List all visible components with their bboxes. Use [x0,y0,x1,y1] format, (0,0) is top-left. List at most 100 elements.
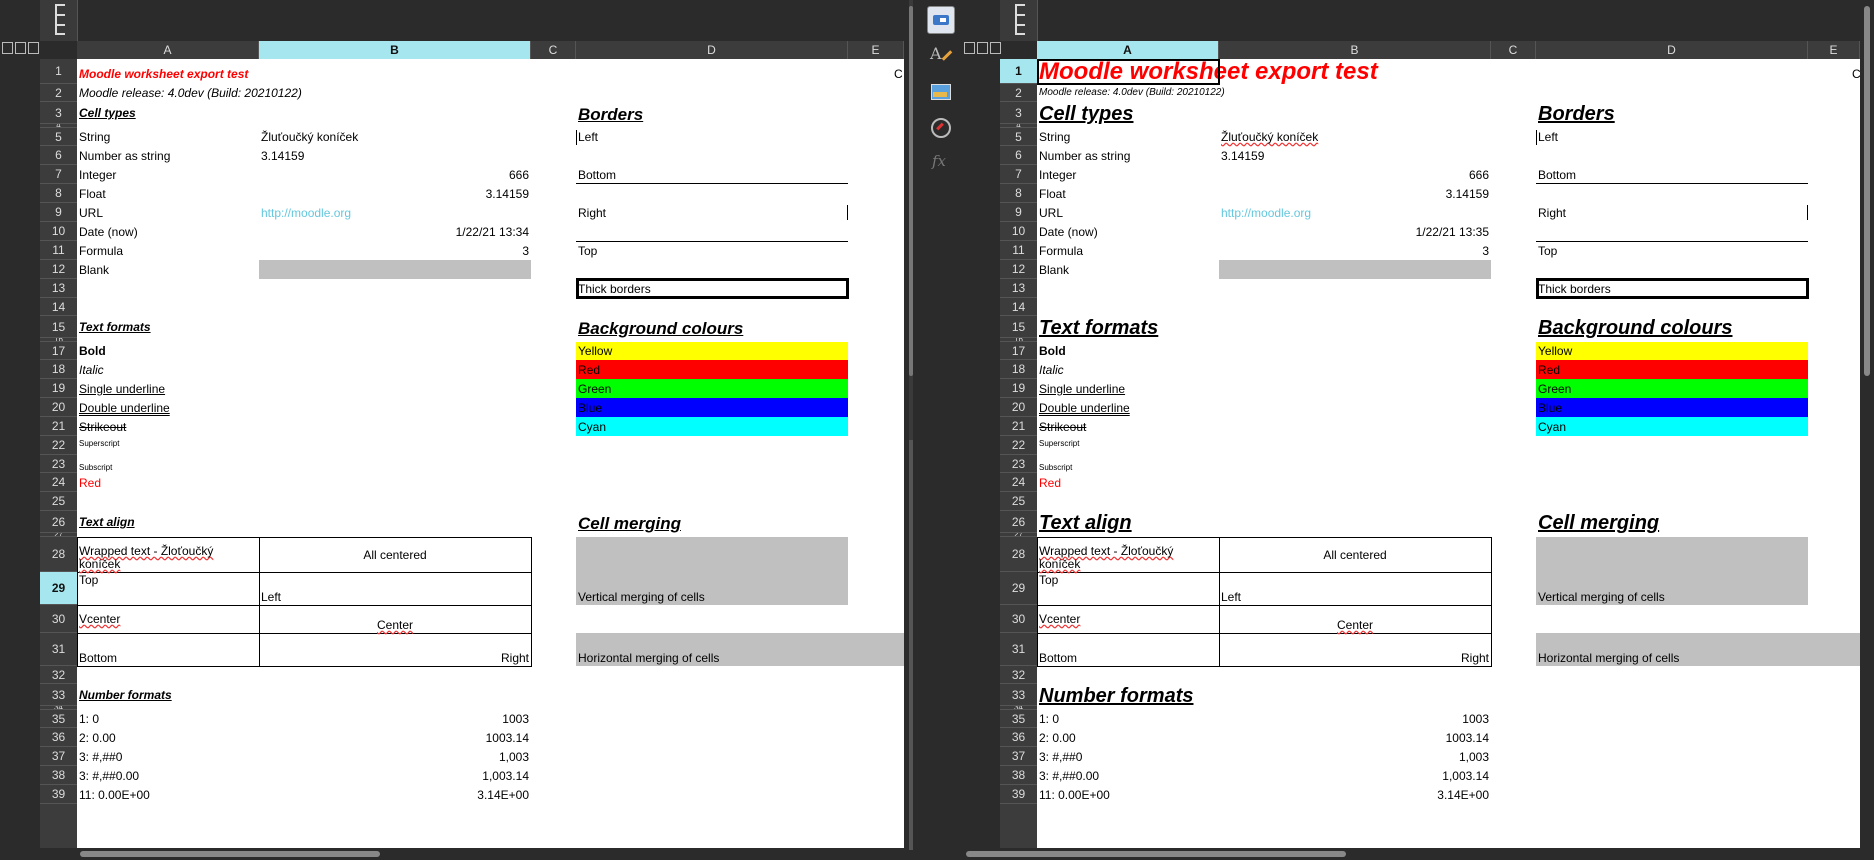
functions-icon[interactable]: fx [927,150,953,176]
row-header-19[interactable]: 19 [40,379,77,398]
row-header-1[interactable]: 1 [40,59,77,84]
row-header-5[interactable]: 5 [40,128,77,146]
styles-icon[interactable]: A [927,42,953,68]
row-header-10[interactable]: 10 [1000,222,1037,241]
row-header-9[interactable]: 9 [1000,203,1037,222]
row-header-29[interactable]: 29 [40,572,77,605]
column-header-e[interactable]: E [1808,41,1860,59]
row-header-28[interactable]: 28 [40,537,77,572]
row-header-7[interactable]: 7 [40,165,77,184]
row-header-19[interactable]: 19 [1000,379,1037,398]
row-header-33[interactable]: 33 [1000,684,1037,706]
row-header-13[interactable]: 13 [40,279,77,298]
row-header-20[interactable]: 20 [1000,398,1037,417]
row-header-38[interactable]: 38 [1000,766,1037,785]
row-header-24[interactable]: 24 [1000,473,1037,492]
outline-level-3-button[interactable] [990,42,1001,54]
navigator-icon[interactable] [927,114,953,140]
row-header-1[interactable]: 1 [1000,59,1037,84]
horizontal-scrollbar[interactable] [962,848,1860,860]
row-header-26[interactable]: 26 [1000,511,1037,533]
outline-group-buttons[interactable] [964,42,1001,56]
row-header-37[interactable]: 37 [1000,747,1037,766]
row-header-36[interactable]: 36 [40,728,77,747]
row-header-22[interactable]: 22 [1000,436,1037,455]
row-header-25[interactable]: 25 [40,492,77,511]
row-header-30[interactable]: 30 [1000,605,1037,633]
row-header-18[interactable]: 18 [40,360,77,379]
row-header-39[interactable]: 39 [40,785,77,804]
outline-level-2-button[interactable] [977,42,988,54]
row-header-8[interactable]: 8 [1000,184,1037,203]
row-header-32[interactable]: 32 [40,666,77,684]
row-header-15[interactable]: 15 [1000,316,1037,338]
split-divider[interactable] [906,0,916,860]
select-all-corner[interactable] [1000,0,1038,41]
row-header-13[interactable]: 13 [1000,279,1037,298]
row-header-12[interactable]: 12 [1000,260,1037,279]
row-header-6[interactable]: 6 [1000,146,1037,165]
row-header-11[interactable]: 11 [1000,241,1037,260]
column-header-a[interactable]: A [1037,41,1219,59]
row-header-36[interactable]: 36 [1000,728,1037,747]
row-header-3[interactable]: 3 [1000,102,1037,124]
horizontal-scrollbar[interactable] [0,848,904,860]
row-header-39[interactable]: 39 [1000,785,1037,804]
row-header-7[interactable]: 7 [1000,165,1037,184]
row-header-37[interactable]: 37 [40,747,77,766]
row-header-23[interactable]: 23 [1000,455,1037,473]
row-header-3[interactable]: 3 [40,102,77,124]
row-header-35[interactable]: 35 [1000,710,1037,728]
row-header-14[interactable]: 14 [40,298,77,316]
row-header-6[interactable]: 6 [40,146,77,165]
row-header-2[interactable]: 2 [1000,84,1037,102]
row-header-5[interactable]: 5 [1000,128,1037,146]
row-header-33[interactable]: 33 [40,684,77,706]
row-header-26[interactable]: 26 [40,511,77,533]
row-header-18[interactable]: 18 [1000,360,1037,379]
sheet-grid[interactable]: Moodle worksheet export test C Moodle rele… [77,59,904,848]
row-header-28[interactable]: 28 [1000,537,1037,572]
row-header-10[interactable]: 10 [40,222,77,241]
column-header-e[interactable]: E [848,41,904,59]
row-header-2[interactable]: 2 [40,84,77,102]
gallery-icon[interactable] [927,78,953,104]
row-header-29[interactable]: 29 [1000,572,1037,605]
column-header-a[interactable]: A [77,41,259,59]
row-header-32[interactable]: 32 [1000,666,1037,684]
row-header-38[interactable]: 38 [40,766,77,785]
column-header-d[interactable]: D [1536,41,1808,59]
column-header-c[interactable]: C [531,41,576,59]
outline-level-3-button[interactable] [28,42,39,54]
row-header-20[interactable]: 20 [40,398,77,417]
row-header-25[interactable]: 25 [1000,492,1037,511]
outline-level-2-button[interactable] [15,42,26,54]
row-header-9[interactable]: 9 [40,203,77,222]
row-header-15[interactable]: 15 [40,316,77,338]
properties-icon[interactable] [927,6,955,34]
outline-level-1-button[interactable] [2,42,13,54]
row-header-14[interactable]: 14 [1000,298,1037,316]
row-header-31[interactable]: 31 [1000,633,1037,666]
row-header-21[interactable]: 21 [40,417,77,436]
select-all-corner[interactable] [40,0,78,41]
row-header-23[interactable]: 23 [40,455,77,473]
row-header-12[interactable]: 12 [40,260,77,279]
row-header-11[interactable]: 11 [40,241,77,260]
outline-group-buttons[interactable] [2,42,39,56]
column-header-b[interactable]: B [1219,41,1491,59]
column-header-b[interactable]: B [259,41,531,59]
row-header-22[interactable]: 22 [40,436,77,455]
row-header-24[interactable]: 24 [40,473,77,492]
sheet-grid[interactable]: Moodle worksheet export test C Moodle rele… [1037,59,1860,848]
column-header-d[interactable]: D [576,41,848,59]
row-header-21[interactable]: 21 [1000,417,1037,436]
row-header-31[interactable]: 31 [40,633,77,666]
row-header-30[interactable]: 30 [40,605,77,633]
vertical-scrollbar[interactable] [1860,0,1874,848]
outline-level-1-button[interactable] [964,42,975,54]
row-header-35[interactable]: 35 [40,710,77,728]
row-header-17[interactable]: 17 [40,342,77,360]
column-header-c[interactable]: C [1491,41,1536,59]
row-header-17[interactable]: 17 [1000,342,1037,360]
